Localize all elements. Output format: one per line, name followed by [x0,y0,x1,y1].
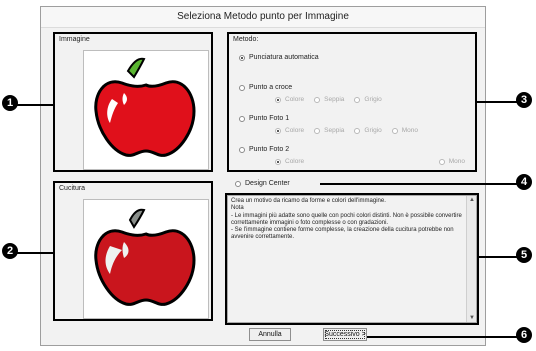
next-button[interactable]: Successivo > [323,328,367,341]
image-panel-label: Immagine [59,36,90,43]
sub-color[interactable]: Colore [275,96,304,103]
sub-sepia[interactable]: Seppia [314,127,344,134]
sub-color[interactable]: Colore [275,158,304,165]
option-label: Punto a croce [249,84,293,91]
callout-2: 2 [2,243,18,259]
description-scrollbar[interactable]: ▲ ▼ [466,196,476,322]
radio-icon[interactable] [275,96,281,103]
scroll-up-icon[interactable]: ▲ [469,197,475,203]
sub-mono[interactable]: Mono [438,158,465,165]
cancel-button[interactable]: Annulla [249,328,291,341]
description-text: Crea un motivo da ricamo da forme e colo… [231,198,462,241]
option-cross-stitch[interactable]: Punto a croce [239,84,292,91]
leader-line [16,104,54,106]
method-panel: Metodo: Punciatura automatica Punto a cr… [227,32,477,172]
option-label: Punto Foto 1 [249,115,290,122]
option-label: Punciatura automatica [249,54,319,61]
apple-image [94,57,196,157]
method-label: Metodo: [233,36,259,43]
radio-icon[interactable] [239,84,245,91]
description-box[interactable]: Crea un motivo da ricamo da forme e colo… [225,193,479,325]
photo-stitch-1-suboptions: Colore Seppia Grigio Mono [275,127,418,134]
option-label: Punto Foto 2 [249,146,290,153]
dialog-title: Seleziona Metodo punto per Immagine [41,7,485,28]
radio-icon[interactable] [275,127,281,134]
radio-icon[interactable] [235,180,241,187]
radio-icon[interactable] [438,158,445,165]
option-photo-stitch-1[interactable]: Punto Foto 1 [239,115,289,122]
stitch-panel: Cucitura [53,181,213,321]
sub-gray[interactable]: Grigio [354,127,382,134]
option-photo-stitch-2[interactable]: Punto Foto 2 [239,146,289,153]
stitch-panel-label: Cucitura [59,185,86,192]
option-design-center[interactable]: Design Center [235,180,290,187]
sub-sepia[interactable]: Seppia [314,96,344,103]
leader-line [16,252,54,254]
radio-icon[interactable] [354,127,361,134]
dialog-window: Seleziona Metodo punto per Immagine Imma… [40,6,486,346]
radio-icon[interactable] [354,96,361,103]
leader-line [320,183,522,185]
radio-icon[interactable] [391,127,398,134]
sub-mono[interactable]: Mono [391,127,418,134]
sub-color[interactable]: Colore [275,127,304,134]
callout-1: 1 [2,95,18,111]
scroll-down-icon[interactable]: ▼ [469,315,475,321]
stitch-preview [83,199,209,319]
radio-icon[interactable] [314,127,321,134]
radio-icon[interactable] [314,96,321,103]
stitched-apple-image [94,208,196,306]
photo-stitch-2-suboptions: Colore Mono [275,158,465,165]
image-panel: Immagine [53,32,213,172]
callout-4: 4 [516,174,532,190]
leader-line [367,336,522,338]
callout-6: 6 [516,327,532,343]
option-auto-punch[interactable]: Punciatura automatica [239,54,319,61]
cross-stitch-suboptions: Colore Seppia Grigio [275,96,382,103]
radio-icon[interactable] [239,146,245,153]
radio-icon[interactable] [239,115,245,122]
design-center-label: Design Center [245,180,290,187]
radio-icon[interactable] [275,158,281,165]
radio-icon[interactable] [239,54,245,61]
image-preview [83,50,209,170]
callout-5: 5 [516,247,532,263]
callout-3: 3 [516,92,532,108]
sub-gray[interactable]: Grigio [354,96,382,103]
